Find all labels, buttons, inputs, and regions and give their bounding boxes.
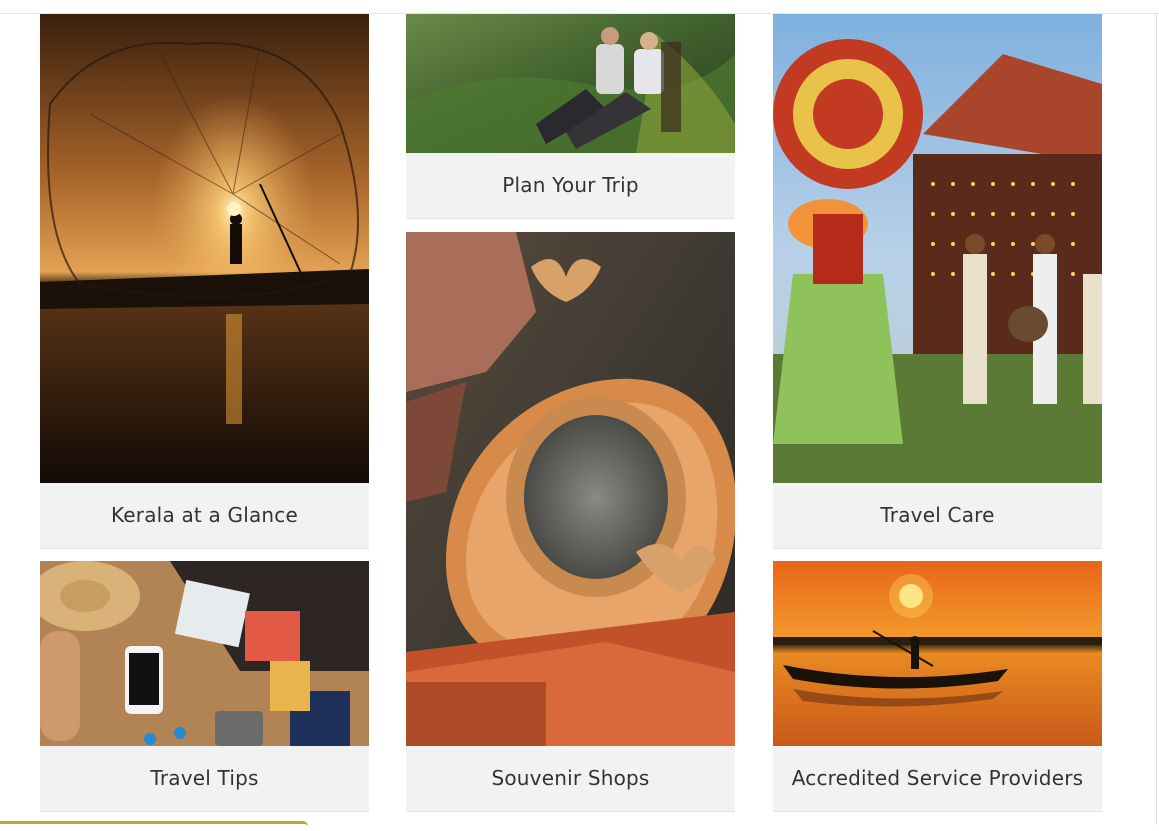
- theyyam-photo: [773, 14, 1102, 483]
- card-image-couple-hillside: [406, 14, 735, 153]
- aranmula-mirror-photo: [406, 232, 735, 746]
- bottom-accent-bar: [0, 821, 308, 831]
- card-souvenir-shops[interactable]: Souvenir Shops: [406, 232, 735, 812]
- card-label: Plan Your Trip: [406, 153, 735, 219]
- card-image-fisherman: [40, 14, 369, 483]
- card-label: Kerala at a Glance: [40, 483, 369, 549]
- card-accredited-service-providers[interactable]: Accredited Service Providers: [773, 561, 1102, 812]
- travel-essentials-photo: [40, 561, 369, 746]
- card-label: Souvenir Shops: [406, 746, 735, 812]
- card-image-theyyam: [773, 14, 1102, 483]
- card-label: Accredited Service Providers: [773, 746, 1102, 812]
- card-label: Travel Care: [773, 483, 1102, 549]
- couple-hillside-photo: [406, 14, 735, 153]
- card-image-aranmula-mirror: [406, 232, 735, 746]
- backwaters-sunset-photo: [773, 561, 1102, 746]
- card-label: Travel Tips: [40, 746, 369, 812]
- card-travel-tips[interactable]: Travel Tips: [40, 561, 369, 812]
- card-plan-your-trip[interactable]: Plan Your Trip: [406, 14, 735, 219]
- scrollbar-track[interactable]: [1156, 13, 1157, 825]
- card-kerala-at-a-glance[interactable]: Kerala at a Glance: [40, 14, 369, 549]
- card-image-travel-essentials: [40, 561, 369, 746]
- fisherman-sunset-photo: [40, 14, 369, 483]
- card-travel-care[interactable]: Travel Care: [773, 14, 1102, 549]
- card-image-backwaters-boatman: [773, 561, 1102, 746]
